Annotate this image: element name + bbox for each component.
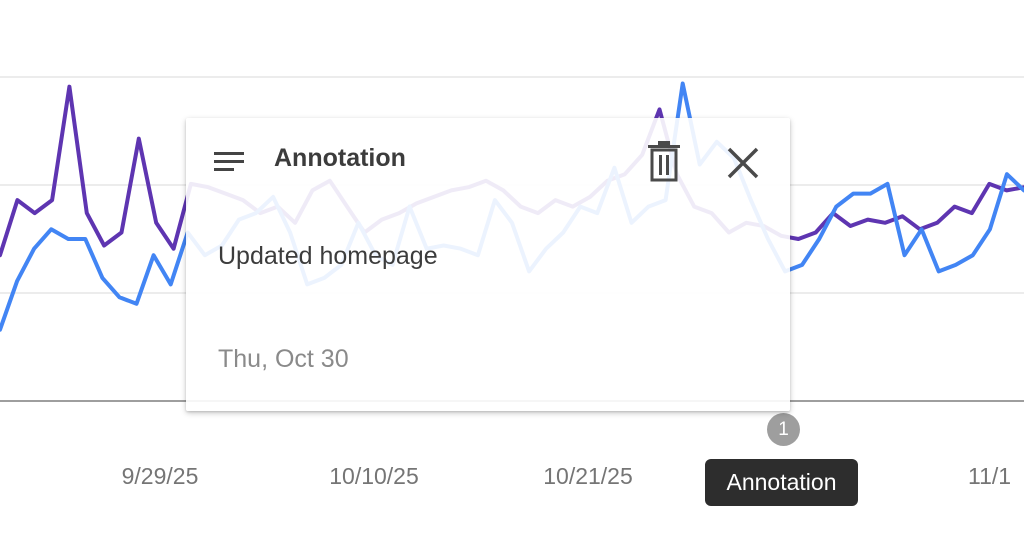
x-tick-label: 9/29/25: [121, 463, 199, 489]
annotation-text: Updated homepage: [218, 242, 438, 270]
annotation-tooltip: Annotation: [705, 459, 858, 506]
menu-lines-icon: [214, 152, 244, 171]
x-tick-label: 11/1: [968, 463, 1012, 489]
annotation-card: Annotation Updated homepage Thu, Oct 30: [186, 118, 790, 411]
x-tick-label: 10/21/25: [543, 463, 633, 489]
trash-icon[interactable]: [644, 140, 684, 184]
x-tick-label: 10/10/25: [329, 463, 419, 489]
close-icon[interactable]: [724, 144, 762, 182]
annotation-date: Thu, Oct 30: [218, 345, 349, 373]
annotation-marker[interactable]: 1: [767, 413, 800, 446]
annotation-title: Annotation: [274, 144, 406, 172]
